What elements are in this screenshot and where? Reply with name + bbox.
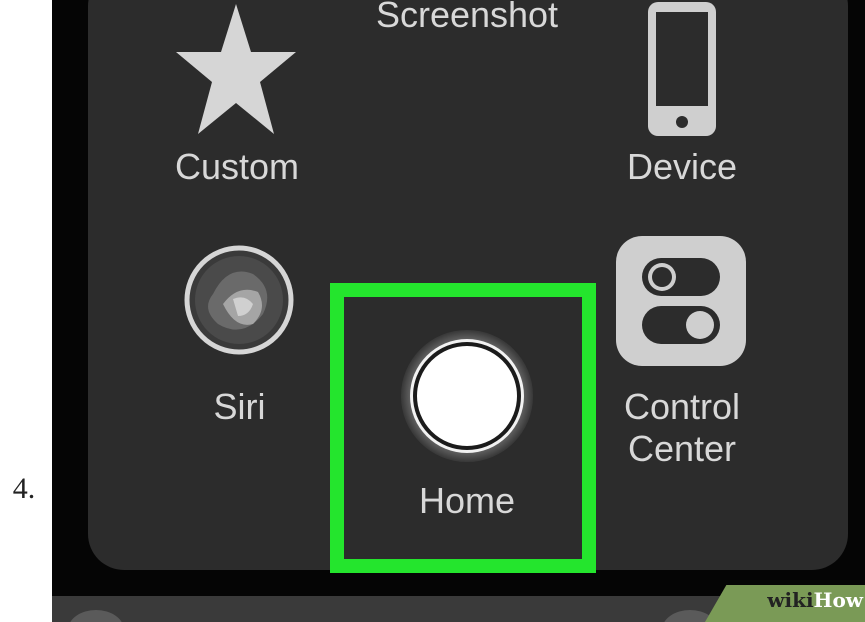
home-button-icon[interactable] <box>413 342 521 450</box>
menu-item-device-label[interactable]: Device <box>597 146 767 188</box>
menu-item-custom-label[interactable]: Custom <box>152 146 322 188</box>
menu-item-siri-label[interactable]: Siri <box>167 386 312 428</box>
siri-icon[interactable] <box>183 244 295 356</box>
phone-icon[interactable] <box>646 2 718 138</box>
step-number: 4. <box>12 472 36 505</box>
assistive-touch-screen: Screenshot Custom Device Siri Control Cen… <box>52 0 865 622</box>
star-icon[interactable] <box>174 2 298 136</box>
watermark-logo: wikiHow <box>767 588 863 612</box>
menu-item-control-center-label[interactable]: Control Center <box>597 386 767 470</box>
menu-item-screenshot-label[interactable]: Screenshot <box>342 0 592 36</box>
toggles-icon[interactable] <box>616 236 746 366</box>
menu-item-home-label[interactable]: Home <box>382 480 552 522</box>
